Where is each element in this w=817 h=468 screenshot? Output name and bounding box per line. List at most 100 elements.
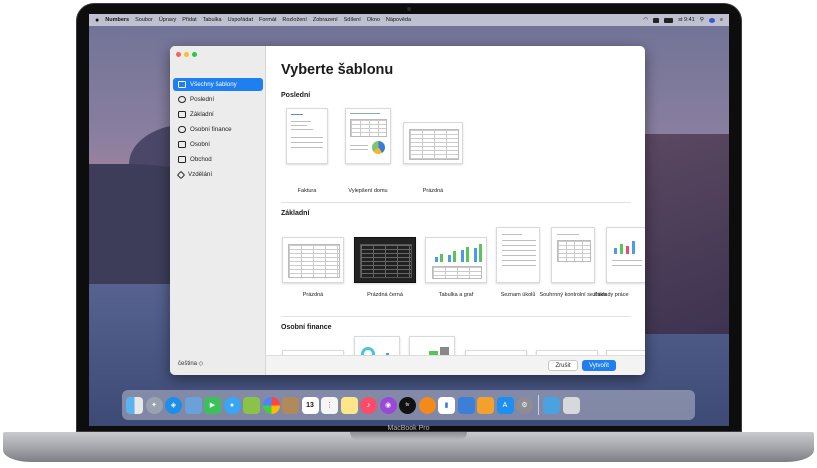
mini-table: [360, 244, 412, 278]
sidebar-item-personal-finance[interactable]: Osobní finance: [173, 123, 263, 136]
contacts-icon[interactable]: [282, 396, 299, 414]
laptop-brand: MacBook Pro: [387, 425, 430, 432]
section-divider: [281, 316, 631, 317]
keynote-icon[interactable]: [457, 396, 475, 414]
template-chooser-window: Všechny šablony Poslední Základní Osobní…: [170, 46, 645, 375]
menu-view[interactable]: Zobrazení: [313, 17, 338, 23]
clock-icon: [178, 96, 186, 103]
window-controls: [176, 52, 197, 57]
sidebar-item-personal[interactable]: Osobní: [173, 138, 263, 151]
reminders-icon[interactable]: ⋮: [321, 396, 338, 414]
display-icon[interactable]: [653, 17, 660, 23]
calendar-icon[interactable]: 13: [301, 396, 319, 414]
menu-table[interactable]: Tabulka: [203, 17, 222, 23]
sidebar-item-recent[interactable]: Poslední: [173, 93, 263, 106]
podcasts-icon[interactable]: ◉: [379, 396, 397, 414]
menu-file[interactable]: Soubor: [135, 17, 153, 23]
template-home-improvement[interactable]: [345, 108, 391, 164]
menu-layout[interactable]: Rozložení: [282, 17, 306, 23]
messages-icon[interactable]: ●: [223, 396, 241, 414]
dock: ✦ ◈ ▶ ● 13 ⋮ ♪ ◉ tv ▮ A ⚙: [122, 390, 695, 420]
downloads-folder-icon[interactable]: [543, 396, 560, 414]
menubar-clock[interactable]: st 9:41: [678, 17, 695, 23]
house-icon: [178, 141, 186, 148]
photo-booth-icon[interactable]: [184, 396, 202, 414]
wifi-icon[interactable]: ◠: [643, 17, 648, 23]
books-icon[interactable]: [418, 396, 436, 414]
siri-icon[interactable]: [708, 17, 715, 23]
chart-bar: [620, 244, 623, 254]
trash-icon[interactable]: [562, 396, 580, 414]
doc-line: [291, 125, 307, 126]
music-icon[interactable]: ♪: [360, 396, 377, 414]
control-center-icon[interactable]: ≡: [720, 17, 723, 23]
sidebar-item-label: Poslední: [190, 96, 215, 103]
launchpad-icon[interactable]: ✦: [145, 396, 163, 414]
safari-icon[interactable]: ◈: [165, 396, 182, 414]
numbers-icon[interactable]: ▮: [438, 396, 455, 414]
template-checklist[interactable]: [496, 227, 540, 283]
template-caption: Prázdná: [302, 292, 324, 298]
mini-table: [409, 129, 459, 160]
menu-share[interactable]: Sdílení: [344, 17, 361, 23]
mini-table: [557, 240, 591, 262]
camera: [407, 7, 411, 11]
apple-menu-icon[interactable]: ●: [95, 17, 99, 24]
template-invoice[interactable]: [286, 108, 328, 164]
template-basics[interactable]: [606, 227, 645, 283]
search-icon[interactable]: ⚲: [700, 17, 704, 23]
template-blank-recent[interactable]: [403, 122, 463, 164]
zoom-icon[interactable]: [192, 52, 197, 57]
mini-table: [288, 244, 340, 278]
finder-icon[interactable]: [126, 396, 143, 414]
menu-help[interactable]: Nápověda: [386, 17, 411, 23]
mini-table: [350, 119, 387, 137]
mini-bar-chart: [432, 244, 482, 262]
close-icon[interactable]: [176, 52, 181, 57]
photos-icon[interactable]: [262, 396, 280, 414]
maps-icon[interactable]: [243, 396, 260, 414]
notes-icon[interactable]: [340, 396, 358, 414]
sidebar-item-business[interactable]: Obchod: [173, 153, 263, 166]
create-button[interactable]: Vytvořit: [582, 360, 616, 371]
menu-format[interactable]: Formát: [259, 17, 276, 23]
chart-bar: [440, 254, 443, 262]
apple-tv-icon[interactable]: tv: [399, 396, 416, 414]
doc-line: [291, 121, 311, 122]
graduation-cap-icon: [176, 170, 186, 179]
doc-line: [291, 129, 313, 130]
facetime-icon[interactable]: ▶: [204, 396, 221, 414]
template-caption: Faktura: [297, 188, 317, 194]
template-table-and-chart[interactable]: [425, 237, 487, 283]
menu-arrange[interactable]: Uspořádat: [228, 17, 253, 23]
minimize-icon[interactable]: [184, 52, 189, 57]
chart-bar: [466, 247, 469, 262]
menu-insert[interactable]: Přidat: [182, 17, 196, 23]
menu-edit[interactable]: Úpravy: [159, 17, 176, 23]
doc-line: [612, 265, 642, 266]
doc-line: [502, 255, 536, 256]
desktop: ● Numbers Soubor Úpravy Přidat Tabulka U…: [89, 14, 729, 426]
sidebar-item-education[interactable]: Vzdělání: [173, 168, 263, 181]
pages-icon[interactable]: [477, 396, 494, 414]
doc-line: [291, 114, 303, 115]
sidebar-item-basic[interactable]: Základní: [173, 108, 263, 121]
app-menu[interactable]: Numbers: [105, 17, 129, 23]
doc-line: [557, 234, 579, 235]
dock-separator: [537, 395, 539, 415]
briefcase-icon: [178, 156, 186, 163]
app-store-icon[interactable]: A: [496, 396, 514, 414]
template-summary-checklist[interactable]: [551, 227, 595, 283]
template-caption: Vylepšení domu: [348, 188, 388, 194]
status-area: ◠ st 9:41 ⚲ ≡: [643, 17, 723, 23]
language-popup[interactable]: čeština ◇: [178, 360, 203, 367]
battery-icon[interactable]: [664, 17, 674, 23]
menu-window[interactable]: Okno: [367, 17, 380, 23]
sidebar-item-all-templates[interactable]: Všechny šablony: [173, 78, 263, 91]
system-preferences-icon[interactable]: ⚙: [516, 396, 533, 414]
chart-bar: [453, 251, 456, 262]
template-blank-black[interactable]: [354, 237, 416, 283]
cancel-button[interactable]: Zrušit: [548, 360, 578, 371]
doc-line: [502, 245, 536, 246]
template-blank[interactable]: [282, 237, 344, 283]
